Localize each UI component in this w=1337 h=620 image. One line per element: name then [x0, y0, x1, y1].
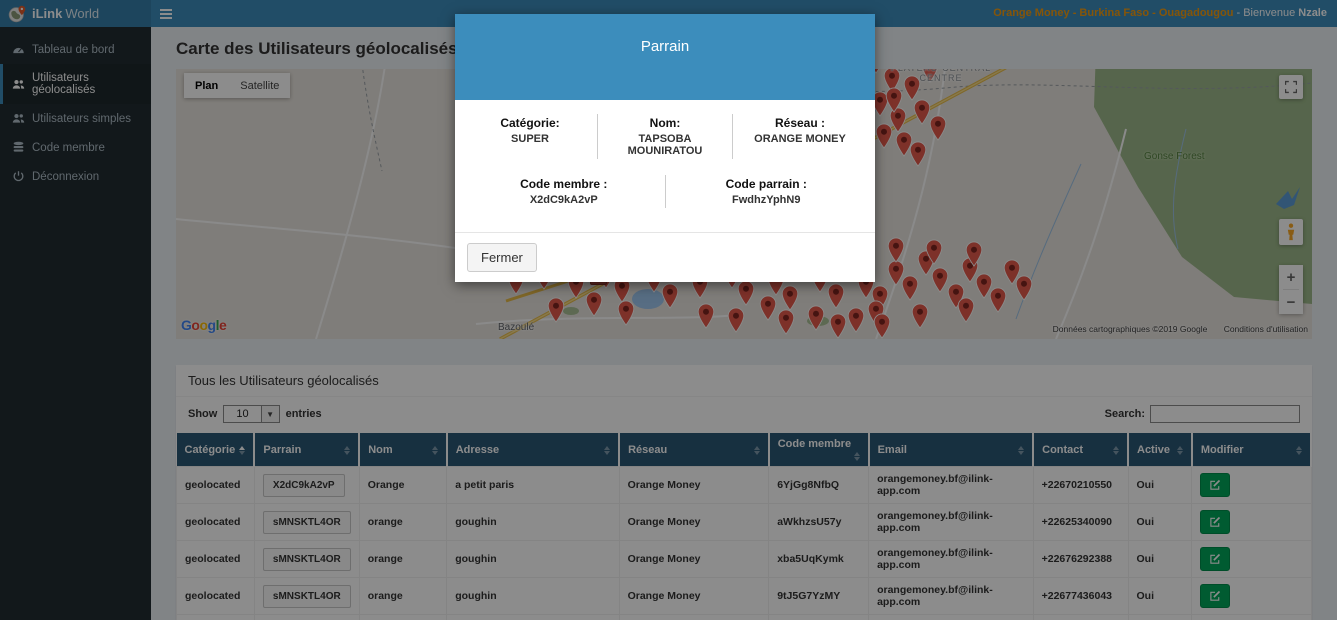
field-value: X2dC9kA2vP [469, 194, 659, 206]
field-value: TAPSOBA MOUNIRATOU [604, 133, 726, 157]
modal-header: Parrain [455, 14, 875, 100]
field-nom: Nom: TAPSOBA MOUNIRATOU [597, 114, 732, 159]
field-reseau: Réseau : ORANGE MONEY [732, 114, 867, 159]
modal-footer: Fermer [455, 232, 875, 282]
field-label: Code parrain : [672, 177, 862, 191]
field-value: FwdhzYphN9 [672, 194, 862, 206]
field-label: Réseau : [739, 116, 861, 130]
field-value: SUPER [469, 133, 591, 145]
modal-title: Parrain [641, 38, 689, 100]
field-value: ORANGE MONEY [739, 133, 861, 145]
field-label: Code membre : [469, 177, 659, 191]
field-code-membre: Code membre : X2dC9kA2vP [463, 175, 665, 208]
close-modal-button[interactable]: Fermer [467, 243, 537, 272]
field-code-parrain: Code parrain : FwdhzYphN9 [665, 175, 868, 208]
field-categorie: Catégorie: SUPER [463, 114, 597, 159]
modal-body: Catégorie: SUPER Nom: TAPSOBA MOUNIRATOU… [455, 100, 875, 232]
field-label: Catégorie: [469, 116, 591, 130]
field-label: Nom: [604, 116, 726, 130]
parrain-modal: Parrain Catégorie: SUPER Nom: TAPSOBA MO… [455, 14, 875, 282]
